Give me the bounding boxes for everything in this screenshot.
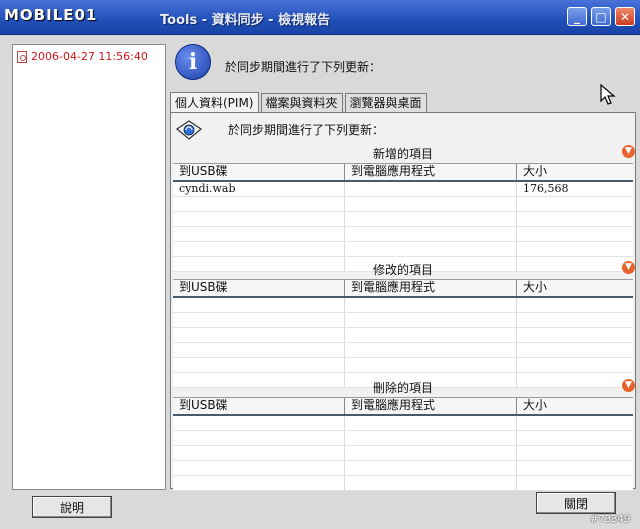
tab-pim[interactable]: 個人資料(PIM) xyxy=(170,92,259,113)
table-row[interactable]: cyndi.wab 176,568 xyxy=(173,182,633,197)
window-title: Tools - 資料同步 - 檢視報告 xyxy=(160,13,331,28)
tab-files-folders[interactable]: 檔案與資料夾 xyxy=(260,93,343,112)
column-header-size[interactable]: 大小 xyxy=(517,398,633,414)
table-row xyxy=(173,416,633,431)
table-row xyxy=(173,461,633,476)
minimize-button[interactable]: _ xyxy=(567,7,587,26)
title-bar: MOBILE01 Tools - 資料同步 - 檢視報告 _ □ ✕ xyxy=(0,0,640,35)
column-header-size[interactable]: 大小 xyxy=(517,164,633,180)
table-row xyxy=(173,446,633,461)
section-title: 修改的項目 xyxy=(372,263,433,277)
table-row xyxy=(173,358,633,373)
pim-tab-panel: 於同步期間進行了下列更新： 新增的項目 ▼ 到USB碟 到電腦應用程式 大小 c… xyxy=(170,112,636,491)
table-row xyxy=(173,431,633,446)
column-header-to-pc-app[interactable]: 到電腦應用程式 xyxy=(345,280,517,296)
cell-size: 176,568 xyxy=(523,182,569,195)
table-row xyxy=(173,313,633,328)
cell-to-usb: cyndi.wab xyxy=(173,182,345,196)
report-document-icon xyxy=(17,50,27,63)
table-row xyxy=(173,343,633,358)
close-button[interactable]: 關閉 xyxy=(536,492,616,514)
table-row xyxy=(173,212,633,227)
column-header-to-pc-app[interactable]: 到電腦應用程式 xyxy=(345,398,517,414)
collapse-arrow-icon[interactable]: ▼ xyxy=(622,261,635,274)
maximize-button[interactable]: □ xyxy=(591,7,611,26)
collapse-arrow-icon[interactable]: ▼ xyxy=(622,379,635,392)
mouse-pointer-icon xyxy=(600,84,616,105)
table-row xyxy=(173,227,633,242)
section-title: 刪除的項目 xyxy=(372,381,433,395)
column-header-to-pc-app[interactable]: 到電腦應用程式 xyxy=(345,164,517,180)
table-row xyxy=(173,476,633,491)
table-row xyxy=(173,298,633,313)
collapse-arrow-icon[interactable]: ▼ xyxy=(622,145,635,158)
table-row xyxy=(173,242,633,257)
panel-message: 於同步期間進行了下列更新： xyxy=(228,123,385,137)
table-header: 到USB碟 到電腦應用程式 大小 xyxy=(173,397,633,416)
table-header: 到USB碟 到電腦應用程式 大小 xyxy=(173,279,633,298)
section-title: 新增的項目 xyxy=(372,147,433,161)
table-row xyxy=(173,197,633,212)
modified-items-table xyxy=(173,298,633,388)
watermark-id: #73349 xyxy=(590,514,631,525)
deleted-items-table xyxy=(173,416,633,491)
tab-browser-desktop[interactable]: 瀏覽器與桌面 xyxy=(344,93,427,112)
column-header-to-usb[interactable]: 到USB碟 xyxy=(173,164,345,180)
sync-log-list[interactable]: 2006-04-27 11:56:40 xyxy=(12,44,166,490)
log-entry[interactable]: 2006-04-27 11:56:40 xyxy=(17,50,148,63)
info-icon: i xyxy=(175,44,211,80)
help-button[interactable]: 說明 xyxy=(32,496,112,518)
log-timestamp: 2006-04-27 11:56:40 xyxy=(31,50,148,63)
sync-folder-icon xyxy=(175,120,203,140)
column-header-to-usb[interactable]: 到USB碟 xyxy=(173,398,345,414)
mobile01-logo: MOBILE01 xyxy=(4,6,98,24)
close-window-button[interactable]: ✕ xyxy=(615,7,635,26)
table-header: 到USB碟 到電腦應用程式 大小 xyxy=(173,163,633,182)
table-row xyxy=(173,328,633,343)
header-message: 於同步期間進行了下列更新： xyxy=(225,60,382,74)
added-items-table: cyndi.wab 176,568 xyxy=(173,182,633,272)
tab-bar: 個人資料(PIM) 檔案與資料夾 瀏覽器與桌面 xyxy=(170,92,429,113)
column-header-to-usb[interactable]: 到USB碟 xyxy=(173,280,345,296)
column-header-size[interactable]: 大小 xyxy=(517,280,633,296)
cell-to-pc-app xyxy=(345,182,517,196)
